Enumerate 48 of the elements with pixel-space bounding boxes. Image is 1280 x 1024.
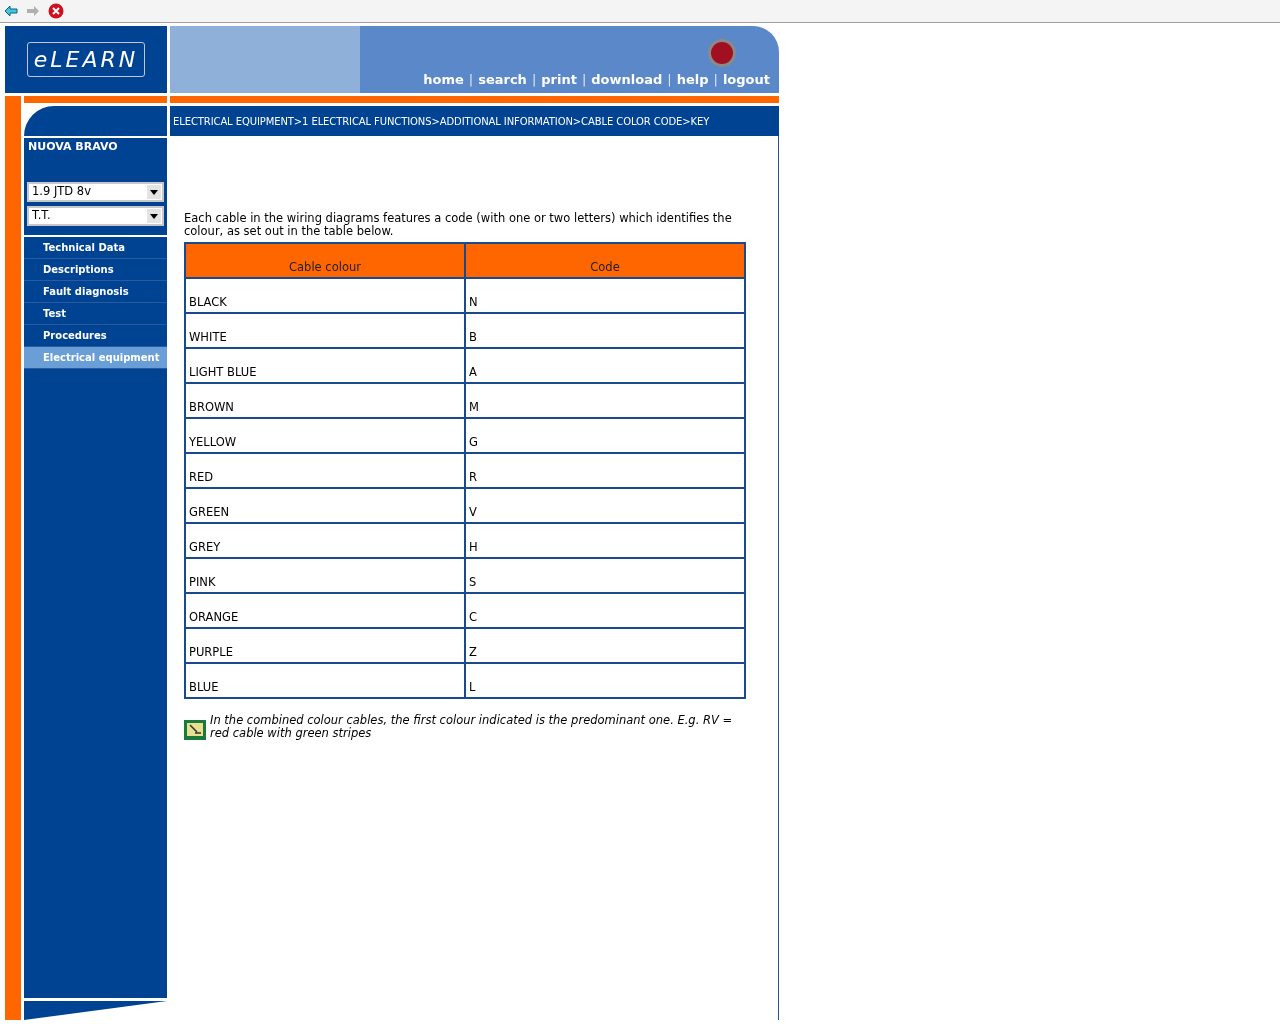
dropdown-field[interactable]: T.T. [27, 206, 164, 226]
table-cell: R [465, 453, 745, 488]
nav-link[interactable]: search [478, 69, 527, 89]
table-cell: H [465, 523, 745, 558]
table-cell: BLACK [185, 278, 465, 313]
table-cell: A [465, 348, 745, 383]
table-cell: M [465, 383, 745, 418]
table-cell: LIGHT BLUE [185, 348, 465, 383]
table-cell: B [465, 313, 745, 348]
dropdown-field[interactable]: 1.9 JTD 8v [27, 182, 164, 202]
nav-link[interactable]: logout [722, 69, 770, 89]
nav-separator: | [667, 70, 672, 89]
brand-badge-icon [707, 37, 737, 68]
nav-separator: | [713, 70, 718, 89]
nav-separator: | [531, 70, 537, 89]
table-cell: G [465, 418, 745, 453]
breadcrumb: ELECTRICAL EQUIPMENT>1 ELECTRICAL FUNCTIONS>ADDITIONAL INFORMATION>CABLE COLOR CODE>KEY [173, 114, 710, 129]
table-cell: GREY [185, 523, 465, 558]
table-cell: PINK [185, 558, 465, 593]
nav-link[interactable]: print [541, 69, 577, 89]
table-cell: L [465, 663, 745, 698]
table-cell: S [465, 558, 745, 593]
table-cell: WHITE [185, 313, 465, 348]
column-header: Cable colour [185, 243, 465, 278]
table-cell: GREEN [185, 488, 465, 523]
table-cell: Z [465, 628, 745, 663]
table-cell: C [465, 593, 745, 628]
back-arrow-icon[interactable] [4, 5, 18, 17]
nav-link[interactable]: home [423, 69, 464, 89]
table-cell: ORANGE [185, 593, 465, 628]
table-cell: RED [185, 453, 465, 488]
nav-link[interactable]: help [676, 69, 709, 89]
note-icon [184, 720, 206, 740]
note-text: In the combined colour cables, the first colour indicated is the predominant one. E.g. RV = red cable with green stripes [210, 714, 734, 740]
close-icon[interactable] [48, 3, 64, 19]
nav-separator: | [468, 70, 474, 89]
table-cell: V [465, 488, 745, 523]
elearn-logo[interactable]: eLEARN [26, 42, 146, 77]
nav-separator: | [581, 70, 587, 89]
model-title: NUOVA BRAVO [27, 139, 119, 155]
table-cell: BROWN [185, 383, 465, 418]
table-cell: YELLOW [185, 418, 465, 453]
column-header: Code [465, 243, 745, 278]
table-cell: N [465, 278, 745, 313]
table-cell: PURPLE [185, 628, 465, 663]
table-cell: BLUE [185, 663, 465, 698]
intro-paragraph: Each cable in the wiring diagrams features a code (with one or two letters) which identifies the colour, as set out in the table below. [184, 212, 733, 238]
nav-link[interactable]: download [591, 69, 663, 89]
